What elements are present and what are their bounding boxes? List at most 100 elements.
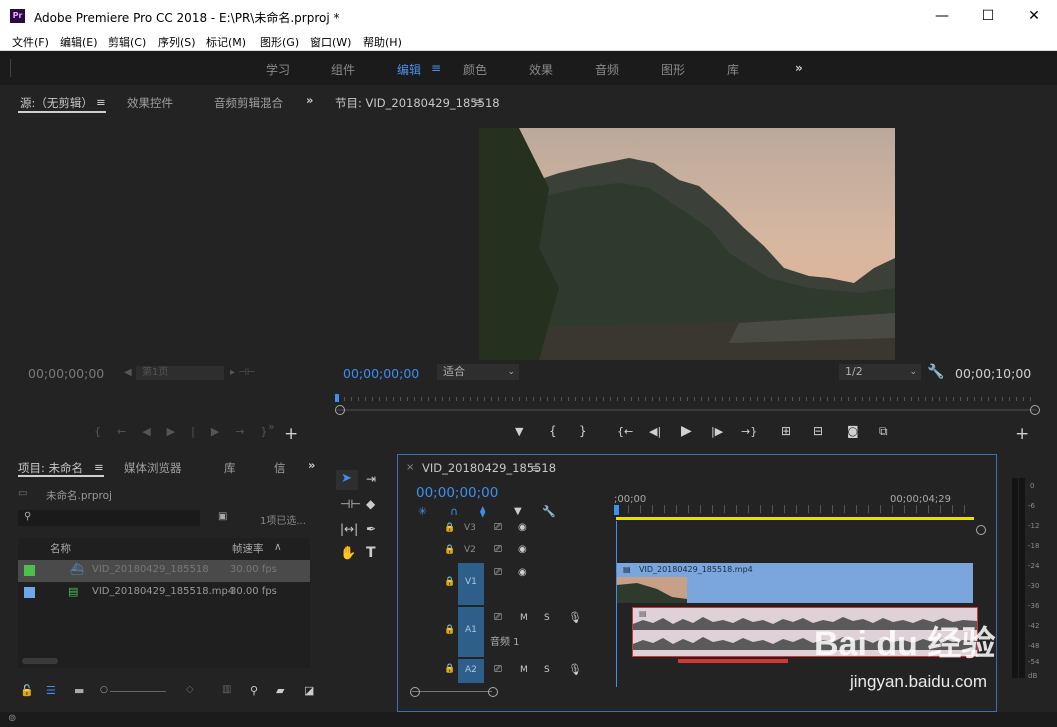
tab-source[interactable]: 源:（无剪辑） bbox=[20, 95, 93, 111]
close-button[interactable]: ✕ bbox=[1011, 0, 1057, 32]
timeline-playhead[interactable] bbox=[614, 505, 619, 515]
sort-ascending-icon[interactable]: ∧ bbox=[274, 541, 282, 553]
zoom-slider-handle[interactable]: ○ bbox=[100, 685, 108, 695]
list-view-icon[interactable]: ☰ bbox=[46, 684, 56, 697]
list-item[interactable]: ▤ VID_20180429_185518.mp4 30.00 fps bbox=[18, 582, 310, 604]
workspace-editing[interactable]: 编辑 bbox=[397, 61, 421, 78]
hscroll-handle-left[interactable] bbox=[410, 687, 420, 697]
tab-audio-clip-mixer[interactable]: 音频剪辑混合 bbox=[214, 95, 290, 111]
minimize-button[interactable]: — bbox=[919, 0, 965, 32]
menu-clip[interactable]: 剪辑(C) bbox=[108, 34, 146, 50]
sync-lock-icon[interactable]: ⎚ bbox=[494, 664, 502, 675]
workspace-assembly[interactable]: 组件 bbox=[331, 61, 355, 78]
workspace-more-button[interactable]: » bbox=[795, 61, 803, 75]
hand-tool-icon[interactable]: ✋ bbox=[340, 546, 356, 561]
vscroll-handle-top[interactable] bbox=[976, 525, 986, 535]
settings-wrench-icon[interactable]: 🔧 bbox=[927, 364, 944, 380]
tab-info[interactable]: 信 bbox=[274, 460, 286, 476]
snap-magnet-icon[interactable]: ∩ bbox=[450, 505, 458, 518]
program-menu-icon[interactable]: ≡ bbox=[473, 95, 483, 109]
column-framerate-header[interactable]: 帧速率 bbox=[232, 541, 264, 556]
workspace-learn[interactable]: 学习 bbox=[266, 61, 290, 78]
v1-source-patch[interactable]: V1 bbox=[458, 563, 484, 605]
workspace-libraries[interactable]: 库 bbox=[727, 61, 739, 78]
new-search-bin-icon[interactable]: ▣ bbox=[218, 511, 227, 522]
fit-dropdown[interactable]: 适合 ⌄ bbox=[437, 364, 519, 380]
sort-icons-icon[interactable]: ◇ bbox=[186, 684, 194, 695]
sync-lock-icon[interactable]: ⎚ bbox=[494, 612, 502, 623]
timeline-menu-icon[interactable]: ≡ bbox=[530, 461, 540, 475]
comparison-view-icon[interactable]: ⧉ bbox=[879, 424, 888, 439]
razor-tool-icon[interactable]: ◆ bbox=[366, 497, 375, 511]
panel-more-icon[interactable]: » bbox=[308, 458, 315, 472]
play-button[interactable]: ▶ bbox=[681, 423, 692, 439]
find-icon[interactable]: ⚲ bbox=[250, 684, 258, 697]
step-back-icon[interactable]: ◀| bbox=[649, 425, 661, 438]
sync-lock-icon[interactable]: ⎚ bbox=[494, 567, 502, 578]
lift-icon[interactable]: ⊞ bbox=[781, 424, 791, 438]
tab-media-browser[interactable]: 媒体浏览器 bbox=[124, 460, 182, 476]
zoom-slider[interactable] bbox=[110, 691, 166, 692]
lock-track-icon[interactable]: 🔒 bbox=[444, 545, 455, 555]
program-timecode[interactable]: 00;00;00;00 bbox=[343, 366, 419, 381]
a1-source-patch[interactable]: A1 bbox=[458, 607, 484, 657]
lock-track-icon[interactable]: 🔒 bbox=[444, 577, 455, 587]
mark-out-icon[interactable]: } bbox=[579, 424, 587, 438]
voice-over-record-mic-icon[interactable]: 🎙 bbox=[568, 663, 582, 676]
new-item-icon[interactable]: ◪ bbox=[304, 684, 314, 697]
program-time-ruler[interactable] bbox=[337, 393, 1037, 405]
zoom-handle-left[interactable] bbox=[335, 405, 345, 415]
menu-help[interactable]: 帮助(H) bbox=[363, 34, 402, 50]
tab-effect-controls[interactable]: 效果控件 bbox=[127, 95, 173, 111]
zoom-handle-right[interactable] bbox=[1030, 405, 1040, 415]
export-frame-camera-icon[interactable]: ◙ bbox=[847, 424, 859, 438]
step-forward-icon[interactable]: |▶ bbox=[711, 425, 723, 438]
maximize-button[interactable]: ☐ bbox=[965, 0, 1011, 32]
list-item[interactable]: ⛴ VID_20180429_185518 30.00 fps bbox=[18, 560, 310, 582]
menu-sequence[interactable]: 序列(S) bbox=[158, 34, 196, 50]
close-tab-icon[interactable]: × bbox=[406, 462, 414, 473]
project-menu-icon[interactable]: ≡ bbox=[94, 460, 104, 474]
tab-project[interactable]: 项目: 未命名 bbox=[18, 460, 83, 476]
lock-track-icon[interactable]: 🔒 bbox=[444, 625, 455, 635]
menu-marker[interactable]: 标记(M) bbox=[206, 34, 246, 50]
sync-lock-icon[interactable]: ⎚ bbox=[494, 544, 502, 555]
workspace-menu-icon[interactable]: ≡ bbox=[431, 61, 441, 75]
slip-tool-icon[interactable]: |↔| bbox=[340, 522, 358, 536]
source-transport-icons[interactable]: {←◀▶|▶→} bbox=[94, 425, 284, 438]
automate-to-sequence-icon[interactable]: ▥ bbox=[222, 684, 231, 695]
solo-track-button[interactable]: S bbox=[544, 665, 550, 675]
source-more-icon[interactable]: » bbox=[268, 420, 275, 433]
column-name-header[interactable]: 名称 bbox=[50, 541, 71, 556]
nest-sequence-icon[interactable]: ✳ bbox=[418, 505, 427, 518]
a2-source-patch[interactable]: A2 bbox=[458, 659, 484, 683]
add-marker-icon[interactable]: ▼ bbox=[514, 506, 522, 517]
track-select-tool-icon[interactable]: ⇥ bbox=[366, 472, 376, 486]
timeline-settings-wrench-icon[interactable]: 🔧 bbox=[542, 505, 556, 518]
type-tool-icon[interactable]: T bbox=[366, 545, 376, 561]
go-to-out-icon[interactable]: →} bbox=[741, 425, 757, 438]
new-bin-folder-icon[interactable]: ▰ bbox=[276, 684, 284, 697]
project-search-input[interactable]: ⚲ bbox=[18, 510, 200, 526]
icon-view-icon[interactable]: ▬ bbox=[74, 684, 84, 697]
program-playhead[interactable] bbox=[335, 394, 339, 402]
mute-track-button[interactable]: M bbox=[520, 665, 528, 675]
go-to-in-icon[interactable]: {← bbox=[617, 425, 633, 438]
voice-over-record-mic-icon[interactable]: 🎙 bbox=[568, 611, 582, 624]
hscroll-handle-right[interactable] bbox=[488, 687, 498, 697]
lock-track-icon[interactable]: 🔒 bbox=[444, 664, 455, 674]
source-page-dropdown[interactable]: 第1页 bbox=[136, 366, 224, 380]
toggle-output-eye-icon[interactable]: ◉ bbox=[518, 544, 527, 555]
workspace-audio[interactable]: 音频 bbox=[595, 61, 619, 78]
horizontal-scrollbar[interactable] bbox=[22, 658, 58, 664]
toggle-output-eye-icon[interactable]: ◉ bbox=[518, 522, 527, 533]
menu-graphics[interactable]: 图形(G) bbox=[260, 34, 299, 50]
toggle-output-eye-icon[interactable]: ◉ bbox=[518, 567, 527, 578]
extract-icon[interactable]: ⊟ bbox=[813, 424, 823, 438]
quality-dropdown[interactable]: 1/2 ⌄ bbox=[839, 364, 921, 380]
source-timecode[interactable]: 00;00;00;00 bbox=[28, 366, 104, 381]
linked-selection-icon[interactable]: ⧫ bbox=[480, 505, 485, 518]
source-menu-icon[interactable]: ≡ bbox=[96, 95, 106, 109]
video-clip[interactable]: ▤ VID_20180429_185518.mp4 bbox=[617, 563, 973, 603]
workspace-color[interactable]: 颜色 bbox=[463, 61, 487, 78]
